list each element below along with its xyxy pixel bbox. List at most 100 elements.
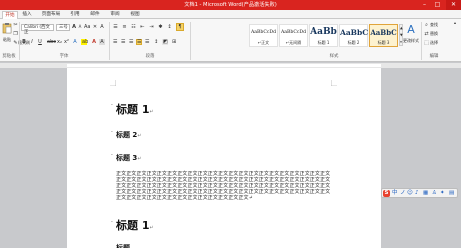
superscript-button[interactable]: x² (63, 39, 69, 45)
phonetic-icon[interactable]: Aa (84, 24, 90, 30)
heading-1: 标题 1↵ (116, 103, 154, 116)
document-page[interactable]: · 标题 1↵ · 标题 2↵ · 标题 3↵ 正文正文正文正文正文正文正文正文… (67, 68, 381, 248)
margin-corner-mark (331, 80, 337, 86)
style-name: 标题 3 (377, 40, 390, 45)
shading-icon[interactable]: ◩ (162, 39, 168, 45)
numbering-icon[interactable]: ≡ (121, 24, 128, 30)
style-preview: AaBbC (340, 28, 369, 37)
chinese-layout-icon[interactable]: ✱ (157, 24, 164, 30)
editing-group-label: 编辑 (429, 54, 439, 59)
justify-button[interactable]: ☰ (136, 39, 142, 45)
underline-button[interactable]: U (37, 39, 43, 45)
ribbon: 粘贴 ✂ ❐ ✎ 格式刷 剪贴板 Calibri (西文正 三号 A A Aa … (0, 19, 461, 62)
font-color-icon[interactable]: A (91, 39, 97, 45)
heading-bullet: · (111, 152, 113, 159)
clipboard-group-label: 剪贴板 (2, 54, 16, 59)
collapse-ribbon-icon[interactable]: ▴ (452, 20, 458, 26)
multilevel-list-icon[interactable]: ☷ (130, 24, 137, 30)
toolbox-icon[interactable]: ▤ (449, 190, 454, 197)
tab-references[interactable]: 引用 (68, 11, 82, 19)
heading-3: 标题 3↵ (116, 154, 142, 162)
ime-toolbar[interactable]: S 中 ノ ☺ ♪ ▦ ♙ ✦ ▤ (381, 188, 458, 198)
replace-icon[interactable]: ⇄ (424, 31, 429, 37)
ime-logo[interactable]: S (383, 190, 390, 197)
paste-icon (2, 23, 12, 34)
margin-corner-mark (110, 80, 116, 86)
heading-bullet: · (111, 129, 113, 136)
sort-icon[interactable]: ↕ (166, 24, 173, 30)
skin-icon[interactable]: ✦ (440, 190, 445, 197)
tab-page-layout[interactable]: 页面布局 (37, 11, 65, 19)
find-icon[interactable]: ⌕ (424, 22, 429, 28)
show-marks-button[interactable]: ¶ (176, 23, 184, 31)
align-center-button[interactable]: ☰ (120, 39, 126, 45)
tab-home[interactable]: 开始 (2, 11, 18, 19)
text-effects-icon[interactable]: A (72, 39, 78, 45)
keyboard-icon[interactable]: ▦ (423, 190, 428, 197)
find-label[interactable]: 查找 (430, 22, 442, 28)
align-left-button[interactable]: ☰ (112, 39, 118, 45)
strikethrough-button[interactable]: abc (46, 39, 56, 45)
align-right-button[interactable]: ☰ (128, 39, 134, 45)
heading-3-text: 标题 3 (116, 154, 138, 162)
emoji-icon[interactable]: ☺ (407, 190, 413, 197)
style-normal[interactable]: AaBbCcDd ↵正文 (249, 24, 278, 47)
highlight-icon[interactable]: ab (81, 39, 88, 45)
increase-indent-icon[interactable]: ⇥ (148, 24, 155, 30)
body-paragraph: 正文正文正文正文正文正文正文正文正文正文正文正文正文正文正文正文正文正文正文正文… (116, 171, 331, 201)
style-name: ↵无间隔 (285, 40, 302, 45)
distributed-button[interactable]: ☰ (144, 39, 150, 45)
paste-button[interactable] (2, 22, 12, 36)
bold-button[interactable]: B (21, 39, 27, 45)
style-heading-2[interactable]: AaBbC 标题 2 (339, 24, 368, 47)
style-preview: AaBbCcDd (250, 30, 277, 35)
separator (190, 22, 191, 60)
ime-mode[interactable]: 中 (392, 190, 398, 197)
voice-icon[interactable]: ♪ (415, 190, 419, 197)
char-shading-icon[interactable]: A (99, 39, 105, 45)
font-size-select[interactable]: 三号 (56, 24, 70, 31)
heading-2: 标题 2↵ (116, 131, 142, 139)
shrink-font-icon[interactable]: A (77, 24, 83, 30)
char-border-icon[interactable]: A (99, 24, 105, 30)
cut-icon[interactable]: ✂ (13, 22, 18, 28)
copy-icon[interactable]: ❐ (13, 31, 18, 37)
minimize-button[interactable]: – (418, 0, 431, 10)
ime-punctuation[interactable]: ノ (400, 190, 406, 197)
style-heading-3[interactable]: AaBbC 标题 3 (369, 24, 398, 47)
style-preview: AaBbC (370, 28, 397, 37)
style-preview: AaBb (310, 27, 337, 37)
replace-label[interactable]: 替换 (430, 31, 442, 37)
heading-2-text: 标题 2 (116, 131, 138, 139)
ruler-track (67, 64, 381, 67)
maximize-button[interactable]: □ (431, 0, 444, 10)
window-title: 文档1 - Microsoft Word(产品激活失败) (184, 2, 277, 8)
paste-label: 粘贴 (3, 37, 11, 42)
tab-insert[interactable]: 插入 (20, 11, 34, 19)
tab-mailings[interactable]: 邮件 (88, 11, 102, 19)
close-button[interactable]: ✕ (446, 0, 461, 10)
style-heading-1[interactable]: AaBb 标题 1 (309, 24, 338, 47)
heading-2-partial: 标题 (116, 243, 130, 248)
decrease-indent-icon[interactable]: ⇤ (139, 24, 146, 30)
style-no-spacing[interactable]: AaBbCcDd ↵无间隔 (279, 24, 308, 47)
select-icon[interactable]: ⬚ (424, 40, 429, 46)
line-spacing-icon[interactable]: ↕ (153, 39, 159, 45)
clear-format-icon[interactable]: ✕ (92, 24, 98, 30)
paragraph-group-label: 段落 (145, 54, 155, 59)
select-label[interactable]: 选择 (430, 40, 442, 46)
change-styles-icon[interactable]: A (404, 23, 418, 37)
style-preview: AaBbCcDd (280, 30, 307, 35)
tab-review[interactable]: 审阅 (108, 11, 122, 19)
tab-view[interactable]: 视图 (128, 11, 142, 19)
font-name-select[interactable]: Calibri (西文正 (21, 24, 54, 35)
heading-bullet: · (111, 219, 113, 226)
user-icon[interactable]: ♙ (432, 190, 437, 197)
styles-group-label: 样式 (329, 54, 339, 59)
heading-2-text: 标题 (116, 244, 130, 248)
change-styles-label: 更改样式 (403, 38, 419, 43)
subscript-button[interactable]: x₂ (56, 39, 62, 45)
italic-button[interactable]: I (29, 39, 35, 45)
bullets-icon[interactable]: ☰ (112, 24, 119, 30)
borders-icon[interactable]: ⊞ (171, 39, 177, 45)
